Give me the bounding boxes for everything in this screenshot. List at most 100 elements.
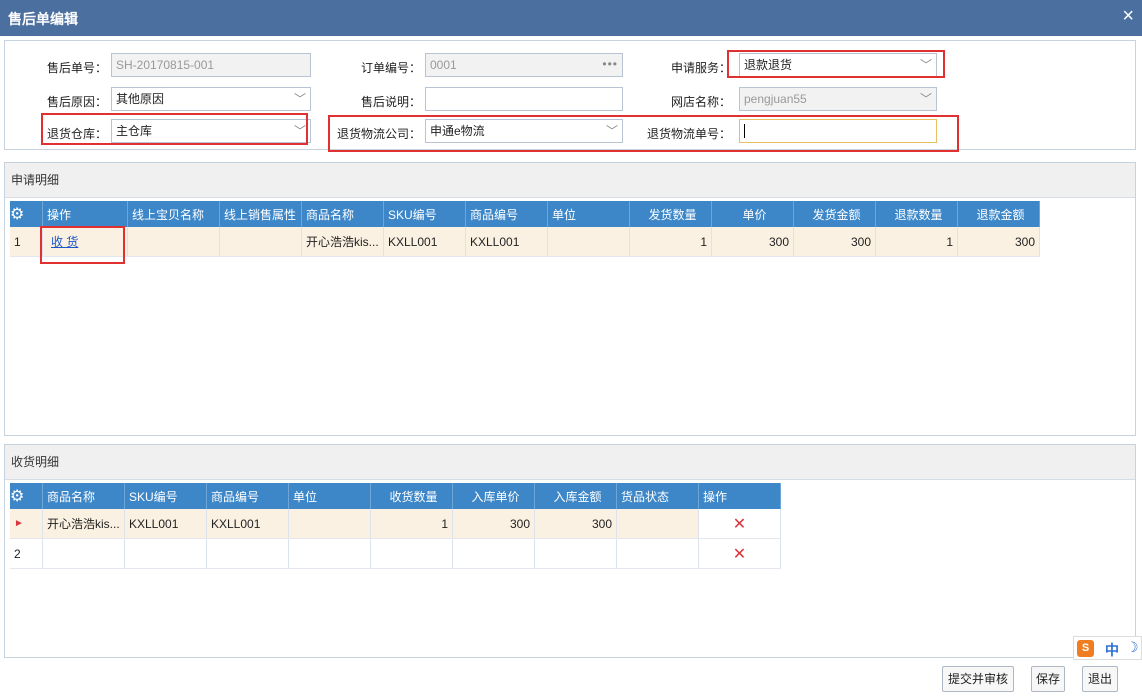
header-form: 售后单号： SH-20170815-001 订单编号： 0001 ••• 申请服… (4, 40, 1136, 152)
column-header[interactable]: 线上宝贝名称 (127, 201, 220, 227)
column-header[interactable]: 退款金额 (957, 201, 1040, 227)
column-header[interactable]: 单位 (288, 483, 371, 509)
column-header[interactable]: 操作 (42, 201, 128, 227)
reason-label: 售后原因： (46, 95, 107, 109)
column-header[interactable]: 发货数量 (629, 201, 712, 227)
price-cell: 300 (711, 227, 794, 257)
column-header[interactable]: 操作 (698, 483, 781, 509)
delete-icon[interactable]: ✕ (698, 509, 781, 539)
warehouse-select[interactable]: 主仓库 ﹀ (111, 119, 311, 143)
column-header[interactable]: 入库金额 (534, 483, 617, 509)
sku-cell: KXLL001 (124, 509, 207, 539)
unit-cell[interactable] (288, 509, 371, 539)
receive-goods-link[interactable]: 收 货 (51, 235, 78, 249)
reason-select[interactable]: 其他原因 ﹀ (111, 87, 311, 111)
column-header[interactable]: 入库单价 (452, 483, 535, 509)
exit-button[interactable]: 退出 (1082, 666, 1118, 692)
receive-detail-section: 收货明细 ⚙ 商品名称 SKU编号 商品编号 单位 收货数量 入库单价 入库金额… (4, 444, 1136, 658)
product-name-cell: 开心浩浩kis... (42, 509, 125, 539)
gear-icon[interactable]: ⚙ (10, 483, 43, 509)
logistics-no-label: 退货物流单号： (646, 127, 731, 141)
ime-language-toggle[interactable]: 中 (1105, 640, 1119, 660)
refund-qty-cell: 1 (875, 227, 958, 257)
service-select[interactable]: 退款退货 ﹀ (739, 53, 937, 77)
apply-detail-grid: ⚙ 操作 线上宝贝名称 线上销售属性 商品名称 SKU编号 商品编号 单位 发货… (10, 201, 1040, 257)
column-header[interactable]: 商品编号 (206, 483, 289, 509)
order-no-field[interactable]: 0001 ••• (425, 53, 623, 77)
unit-cell (547, 227, 630, 257)
ime-logo-icon[interactable]: S (1077, 640, 1094, 657)
desc-input[interactable] (425, 87, 623, 111)
column-header[interactable]: 收货数量 (370, 483, 453, 509)
table-row[interactable]: ► 开心浩浩kis... KXLL001 KXLL001 1 300 300 ✕ (10, 509, 781, 539)
product-name-cell[interactable] (42, 538, 125, 569)
warehouse-label: 退货仓库： (46, 127, 107, 141)
qty-cell[interactable]: 1 (370, 509, 453, 539)
shop-select: pengjuan55 ﹀ (739, 87, 937, 111)
logistics-no-input[interactable] (739, 119, 937, 143)
refund-amount-cell: 300 (957, 227, 1040, 257)
column-header[interactable]: SKU编号 (124, 483, 207, 509)
ime-toolbar[interactable]: S 中 ☽ (1073, 636, 1142, 660)
product-no-cell: KXLL001 (206, 509, 289, 539)
column-header[interactable]: 单位 (547, 201, 630, 227)
apply-detail-section: 申请明细 ⚙ 操作 线上宝贝名称 线上销售属性 商品名称 SKU编号 商品编号 … (4, 162, 1136, 436)
product-no-cell: KXLL001 (465, 227, 548, 257)
column-header[interactable]: 商品名称 (301, 201, 384, 227)
order-no-label: 订单编号： (360, 61, 421, 75)
qty-cell[interactable] (370, 538, 453, 569)
chevron-down-icon: ﹀ (293, 92, 306, 106)
column-header[interactable]: 单价 (711, 201, 794, 227)
price-cell[interactable]: 300 (452, 509, 535, 539)
chevron-down-icon: ﹀ (919, 92, 932, 106)
logistics-company-select[interactable]: 申通e物流 ﹀ (425, 119, 623, 143)
delete-icon[interactable]: ✕ (698, 538, 781, 569)
moon-icon[interactable]: ☽ (1126, 639, 1139, 656)
current-row-indicator: ► (10, 509, 43, 539)
service-label: 申请服务： (670, 61, 731, 75)
product-name-cell: 开心浩浩kis... (301, 227, 384, 257)
product-no-cell[interactable] (206, 538, 289, 569)
aftersale-no-label: 售后单号： (46, 61, 107, 75)
save-button[interactable]: 保存 (1031, 666, 1065, 692)
column-header[interactable]: 线上销售属性 (219, 201, 302, 227)
chevron-down-icon: ﹀ (605, 124, 618, 138)
submit-audit-button[interactable]: 提交并审核 (942, 666, 1014, 692)
close-icon[interactable]: × (1122, 6, 1134, 26)
apply-detail-title: 申请明细 (5, 163, 1135, 198)
receive-detail-title: 收货明细 (5, 445, 1135, 480)
unit-cell[interactable] (288, 538, 371, 569)
column-header[interactable]: 商品编号 (465, 201, 548, 227)
ship-qty-cell: 1 (629, 227, 712, 257)
column-header[interactable]: SKU编号 (383, 201, 466, 227)
window-titlebar: 售后单编辑 × (0, 0, 1142, 36)
table-row[interactable]: 1 收 货 开心浩浩kis... KXLL001 KXLL001 1 300 3… (10, 227, 1040, 257)
desc-label: 售后说明： (360, 95, 421, 109)
status-cell[interactable] (616, 509, 699, 539)
chevron-down-icon: ﹀ (293, 124, 306, 138)
status-cell[interactable] (616, 538, 699, 569)
shop-label: 网店名称： (670, 95, 731, 109)
sku-cell: KXLL001 (383, 227, 466, 257)
receive-detail-grid: ⚙ 商品名称 SKU编号 商品编号 单位 收货数量 入库单价 入库金额 货品状态… (10, 483, 781, 569)
column-header[interactable]: 发货金额 (793, 201, 876, 227)
table-row[interactable]: 2 ✕ (10, 538, 781, 569)
online-name-cell (127, 227, 220, 257)
row-number: 1 (10, 227, 43, 257)
amount-cell: 300 (534, 509, 617, 539)
gear-icon[interactable]: ⚙ (10, 201, 43, 227)
row-number: 2 (10, 538, 43, 569)
logistics-company-label: 退货物流公司： (336, 127, 421, 141)
column-header[interactable]: 退款数量 (875, 201, 958, 227)
text-caret (744, 123, 745, 138)
chevron-down-icon: ﹀ (919, 58, 932, 72)
column-header[interactable]: 商品名称 (42, 483, 125, 509)
sku-cell[interactable] (124, 538, 207, 569)
column-header[interactable]: 货品状态 (616, 483, 699, 509)
ship-amount-cell: 300 (793, 227, 876, 257)
window-title: 售后单编辑 (8, 11, 78, 27)
online-attr-cell (219, 227, 302, 257)
aftersale-no-field: SH-20170815-001 (111, 53, 311, 77)
more-icon[interactable]: ••• (602, 53, 618, 75)
price-cell[interactable] (452, 538, 535, 569)
